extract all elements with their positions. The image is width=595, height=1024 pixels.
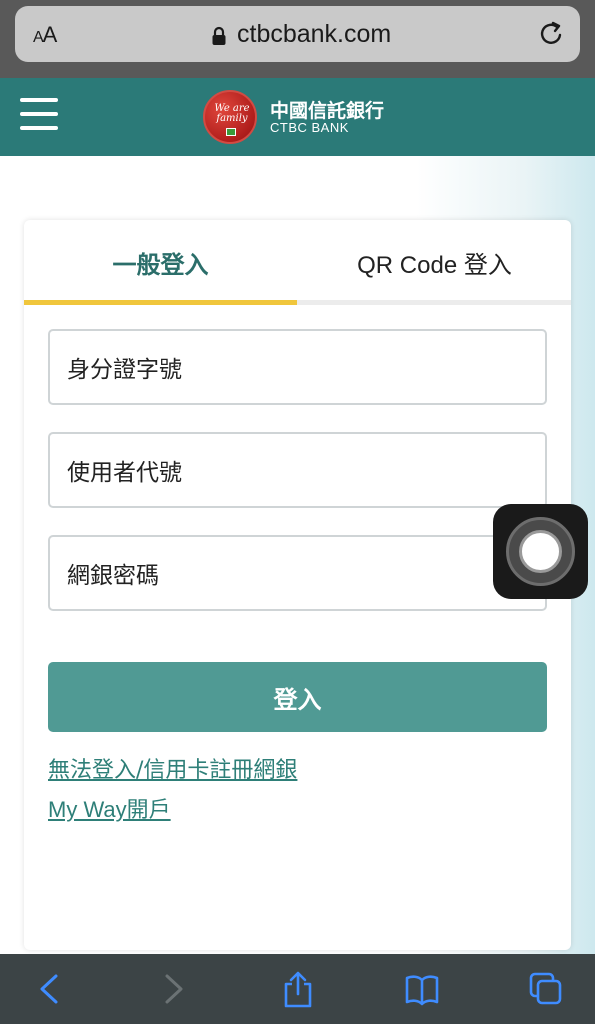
browser-toolbar (0, 954, 595, 1024)
text-size-button[interactable]: AA (33, 22, 57, 48)
tabs-icon[interactable] (528, 970, 564, 1008)
share-icon[interactable] (280, 970, 316, 1008)
my-way-account-link[interactable]: My Way開戶 (48, 792, 171, 824)
reload-icon[interactable] (538, 20, 566, 48)
menu-icon[interactable] (20, 98, 58, 132)
tab-active-indicator (24, 300, 297, 305)
bank-header: We are family 中國信託銀行 CTBC BANK (0, 78, 595, 156)
back-icon[interactable] (32, 970, 68, 1008)
id-number-placeholder: 身分證字號 (67, 357, 182, 383)
password-placeholder: 網銀密碼 (67, 563, 159, 589)
user-code-field[interactable]: 使用者代號 (48, 432, 547, 508)
lock-icon (212, 26, 226, 45)
tab-qr-login[interactable]: QR Code 登入 (298, 220, 571, 304)
bank-logo[interactable]: We are family (203, 90, 257, 144)
address-bar[interactable]: AA ctbcbank.com (15, 6, 580, 62)
id-number-field[interactable]: 身分證字號 (48, 329, 547, 405)
login-button[interactable]: 登入 (48, 662, 547, 732)
tab-general-login[interactable]: 一般登入 (24, 220, 297, 304)
password-field[interactable]: 網銀密碼 (48, 535, 547, 611)
bank-name-cn: 中國信託銀行 (270, 100, 385, 122)
login-card: 一般登入 QR Code 登入 身分證字號 使用者代號 網銀密碼 登入 無法登入… (24, 220, 571, 950)
assistive-touch-button[interactable] (493, 504, 588, 599)
browser-top-bar: AA ctbcbank.com (0, 0, 595, 78)
bank-name-en: CTBC BANK (270, 120, 349, 135)
forward-icon[interactable] (155, 970, 191, 1008)
logo-slogan: We are family (214, 103, 250, 124)
cannot-login-link[interactable]: 無法登入/信用卡註冊網銀 (48, 752, 297, 784)
user-code-placeholder: 使用者代號 (67, 460, 182, 486)
bookmarks-icon[interactable] (404, 970, 440, 1008)
url-text: ctbcbank.com (237, 20, 392, 48)
